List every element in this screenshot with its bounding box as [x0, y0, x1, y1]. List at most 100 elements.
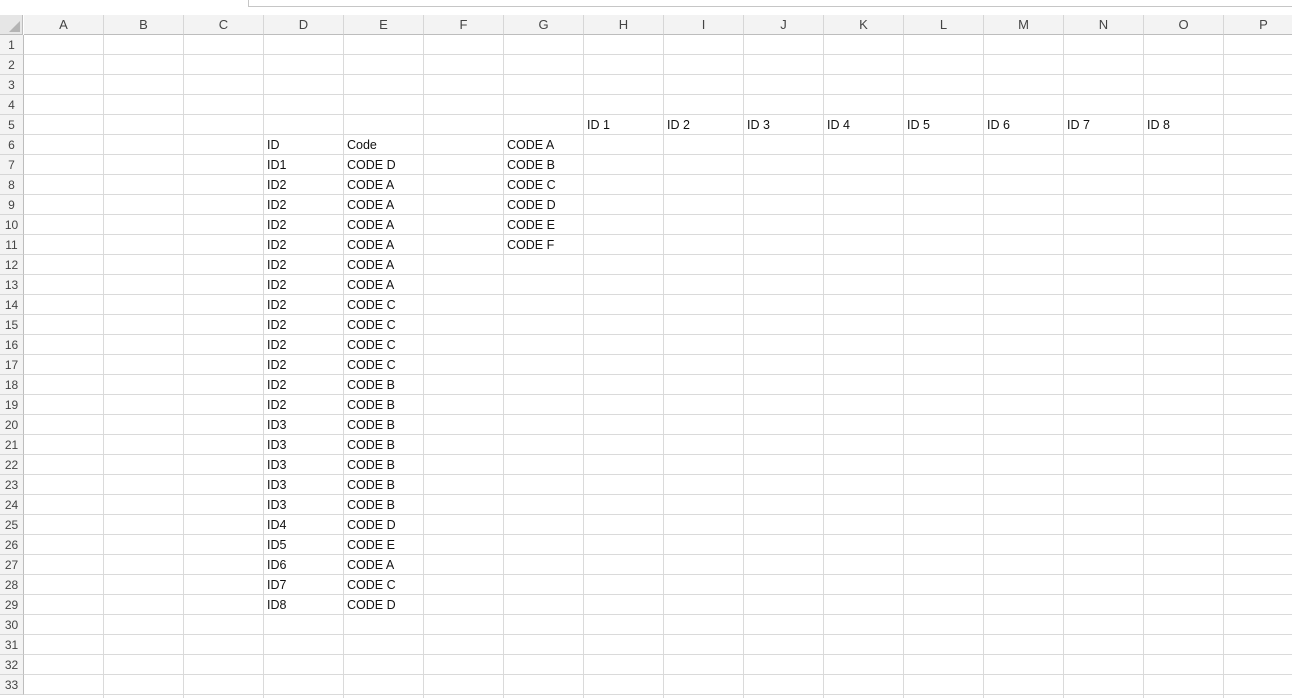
row-header-15[interactable]: 15 [0, 315, 24, 335]
table-cell-id[interactable]: ID2 [264, 175, 343, 194]
table-cell-id[interactable]: ID3 [264, 415, 343, 434]
table-cell-id[interactable]: ID5 [264, 535, 343, 554]
table-cell-id[interactable]: ID2 [264, 295, 343, 314]
table-header-code[interactable]: Code [344, 135, 423, 154]
row-header-20[interactable]: 20 [0, 415, 24, 435]
row-header-12[interactable]: 12 [0, 255, 24, 275]
row-header-9[interactable]: 9 [0, 195, 24, 215]
column-header-a[interactable]: A [24, 15, 104, 35]
table-cell-code[interactable]: CODE B [344, 475, 423, 494]
table-cell-code[interactable]: CODE A [344, 215, 423, 234]
table-cell-id[interactable]: ID6 [264, 555, 343, 574]
column-header-b[interactable]: B [104, 15, 184, 35]
table-cell-code[interactable]: CODE A [344, 555, 423, 574]
table-cell-code[interactable]: CODE A [344, 195, 423, 214]
table-header-id[interactable]: ID [264, 135, 343, 154]
row-header-16[interactable]: 16 [0, 335, 24, 355]
table-cell-id[interactable]: ID8 [264, 595, 343, 614]
column-header-i[interactable]: I [664, 15, 744, 35]
row-header-4[interactable]: 4 [0, 95, 24, 115]
column-header-m[interactable]: M [984, 15, 1064, 35]
table-cell-id[interactable]: ID2 [264, 195, 343, 214]
matrix-column-label[interactable]: ID 7 [1064, 115, 1143, 134]
row-header-25[interactable]: 25 [0, 515, 24, 535]
table-cell-id[interactable]: ID2 [264, 315, 343, 334]
table-cell-code[interactable]: CODE B [344, 435, 423, 454]
row-header-13[interactable]: 13 [0, 275, 24, 295]
row-header-32[interactable]: 32 [0, 655, 24, 675]
column-header-g[interactable]: G [504, 15, 584, 35]
matrix-column-label[interactable]: ID 4 [824, 115, 903, 134]
table-cell-id[interactable]: ID3 [264, 475, 343, 494]
table-cell-code[interactable]: CODE B [344, 375, 423, 394]
column-header-p[interactable]: P [1224, 15, 1292, 35]
table-cell-code[interactable]: CODE A [344, 255, 423, 274]
table-cell-code[interactable]: CODE C [344, 355, 423, 374]
row-header-21[interactable]: 21 [0, 435, 24, 455]
matrix-column-label[interactable]: ID 3 [744, 115, 823, 134]
row-header-27[interactable]: 27 [0, 555, 24, 575]
matrix-row-label[interactable]: CODE B [504, 155, 583, 174]
column-header-d[interactable]: D [264, 15, 344, 35]
column-header-f[interactable]: F [424, 15, 504, 35]
table-cell-code[interactable]: CODE D [344, 515, 423, 534]
matrix-column-label[interactable]: ID 6 [984, 115, 1063, 134]
table-cell-code[interactable]: CODE B [344, 495, 423, 514]
table-cell-id[interactable]: ID3 [264, 435, 343, 454]
row-header-29[interactable]: 29 [0, 595, 24, 615]
table-cell-id[interactable]: ID2 [264, 375, 343, 394]
row-header-14[interactable]: 14 [0, 295, 24, 315]
table-cell-id[interactable]: ID2 [264, 255, 343, 274]
matrix-column-label[interactable]: ID 1 [584, 115, 663, 134]
column-header-c[interactable]: C [184, 15, 264, 35]
row-header-33[interactable]: 33 [0, 675, 24, 695]
matrix-column-label[interactable]: ID 5 [904, 115, 983, 134]
row-header-1[interactable]: 1 [0, 35, 24, 55]
column-header-e[interactable]: E [344, 15, 424, 35]
table-cell-id[interactable]: ID3 [264, 455, 343, 474]
row-header-22[interactable]: 22 [0, 455, 24, 475]
row-header-6[interactable]: 6 [0, 135, 24, 155]
table-cell-code[interactable]: CODE D [344, 595, 423, 614]
row-header-23[interactable]: 23 [0, 475, 24, 495]
matrix-row-label[interactable]: CODE D [504, 195, 583, 214]
table-cell-code[interactable]: CODE E [344, 535, 423, 554]
table-cell-code[interactable]: CODE C [344, 295, 423, 314]
matrix-row-label[interactable]: CODE A [504, 135, 583, 154]
row-header-8[interactable]: 8 [0, 175, 24, 195]
row-header-17[interactable]: 17 [0, 355, 24, 375]
row-header-26[interactable]: 26 [0, 535, 24, 555]
table-cell-code[interactable]: CODE B [344, 455, 423, 474]
table-cell-code[interactable]: CODE D [344, 155, 423, 174]
table-cell-id[interactable]: ID1 [264, 155, 343, 174]
table-cell-code[interactable]: CODE B [344, 415, 423, 434]
table-cell-code[interactable]: CODE A [344, 275, 423, 294]
table-cell-code[interactable]: CODE C [344, 335, 423, 354]
row-header-28[interactable]: 28 [0, 575, 24, 595]
column-header-k[interactable]: K [824, 15, 904, 35]
column-header-j[interactable]: J [744, 15, 824, 35]
select-all-button[interactable] [0, 15, 23, 35]
row-header-18[interactable]: 18 [0, 375, 24, 395]
row-header-19[interactable]: 19 [0, 395, 24, 415]
matrix-row-label[interactable]: CODE E [504, 215, 583, 234]
table-cell-id[interactable]: ID2 [264, 235, 343, 254]
table-cell-id[interactable]: ID2 [264, 275, 343, 294]
row-header-30[interactable]: 30 [0, 615, 24, 635]
column-header-o[interactable]: O [1144, 15, 1224, 35]
cell-grid[interactable]: ID Code ID1 CODE D ID2 CODE A ID2 CODE A ID2 CODE… [24, 35, 1292, 698]
matrix-column-label[interactable]: ID 2 [664, 115, 743, 134]
row-header-31[interactable]: 31 [0, 635, 24, 655]
table-cell-id[interactable]: ID2 [264, 395, 343, 414]
matrix-column-label[interactable]: ID 8 [1144, 115, 1223, 134]
column-header-l[interactable]: L [904, 15, 984, 35]
table-cell-code[interactable]: CODE C [344, 315, 423, 334]
table-cell-id[interactable]: ID2 [264, 215, 343, 234]
row-header-10[interactable]: 10 [0, 215, 24, 235]
matrix-row-label[interactable]: CODE F [504, 235, 583, 254]
table-cell-code[interactable]: CODE A [344, 235, 423, 254]
table-cell-id[interactable]: ID4 [264, 515, 343, 534]
row-header-2[interactable]: 2 [0, 55, 24, 75]
table-cell-code[interactable]: CODE A [344, 175, 423, 194]
table-cell-id[interactable]: ID7 [264, 575, 343, 594]
